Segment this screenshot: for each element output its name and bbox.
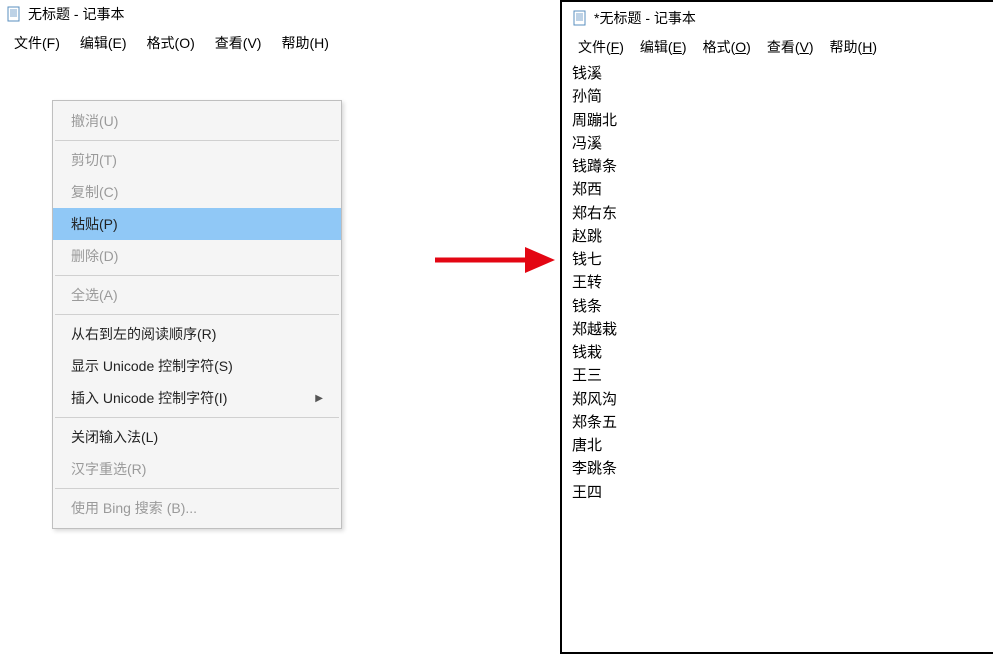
ctx-show-unicode[interactable]: 显示 Unicode 控制字符(S): [53, 350, 341, 382]
ctx-rtl-label: 从右到左的阅读顺序(R): [71, 324, 216, 344]
ctx-insert-unicode-label: 插入 Unicode 控制字符(I): [71, 388, 227, 408]
ctx-separator: [55, 140, 339, 141]
menu-format[interactable]: 格式(O): [137, 31, 205, 55]
menu-format[interactable]: 格式(O): [695, 35, 759, 59]
notepad-icon: [572, 10, 588, 26]
ctx-undo[interactable]: 撤消(U): [53, 105, 341, 137]
ctx-bing-search[interactable]: 使用 Bing 搜索 (B)...: [53, 492, 341, 524]
ctx-bing-search-label: 使用 Bing 搜索 (B)...: [71, 498, 197, 518]
ctx-rtl[interactable]: 从右到左的阅读顺序(R): [53, 318, 341, 350]
ctx-delete[interactable]: 删除(D): [53, 240, 341, 272]
menubar-right: 文件(F) 编辑(E) 格式(O) 查看(V) 帮助(H): [566, 32, 989, 62]
ctx-separator: [55, 417, 339, 418]
titlebar-left: 无标题 - 记事本: [0, 0, 560, 28]
menu-view[interactable]: 查看(V): [759, 35, 822, 59]
ctx-separator: [55, 275, 339, 276]
ctx-select-all-label: 全选(A): [71, 285, 118, 305]
ctx-cut-label: 剪切(T): [71, 150, 117, 170]
ctx-close-ime-label: 关闭输入法(L): [71, 427, 158, 447]
left-notepad-window: 无标题 - 记事本 文件(F) 编辑(E) 格式(O) 查看(V) 帮助(H) …: [0, 0, 560, 654]
ctx-delete-label: 删除(D): [71, 246, 118, 266]
menu-help[interactable]: 帮助(H): [822, 35, 885, 59]
ctx-copy[interactable]: 复制(C): [53, 176, 341, 208]
menu-help[interactable]: 帮助(H): [271, 31, 338, 55]
notepad-icon: [6, 6, 22, 22]
menubar-left: 文件(F) 编辑(E) 格式(O) 查看(V) 帮助(H): [0, 28, 560, 58]
submenu-arrow-icon: ▶: [315, 393, 323, 404]
ctx-separator: [55, 488, 339, 489]
right-notepad-window: *无标题 - 记事本 文件(F) 编辑(E) 格式(O) 查看(V) 帮助(H)…: [560, 0, 993, 654]
ctx-cut[interactable]: 剪切(T): [53, 144, 341, 176]
ctx-separator: [55, 314, 339, 315]
window-title-left: 无标题 - 记事本: [28, 4, 124, 24]
menu-edit[interactable]: 编辑(E): [70, 31, 137, 55]
titlebar-right: *无标题 - 记事本: [566, 4, 989, 32]
menu-edit[interactable]: 编辑(E): [632, 35, 695, 59]
edit-context-menu: 撤消(U) 剪切(T) 复制(C) 粘贴(P) 删除(D) 全选(A) 从右到左…: [52, 100, 342, 529]
menu-file[interactable]: 文件(F): [4, 31, 70, 55]
ctx-paste-label: 粘贴(P): [71, 214, 118, 234]
ctx-reconvert-label: 汉字重选(R): [71, 459, 146, 479]
ctx-close-ime[interactable]: 关闭输入法(L): [53, 421, 341, 453]
ctx-show-unicode-label: 显示 Unicode 控制字符(S): [71, 356, 233, 376]
text-content[interactable]: 钱溪 孙简 周蹦北 冯溪 钱蹲条 郑西 郑右东 赵跳 钱七 王转 钱条 郑越栽 …: [566, 62, 989, 504]
ctx-select-all[interactable]: 全选(A): [53, 279, 341, 311]
menu-view[interactable]: 查看(V): [205, 31, 272, 55]
ctx-insert-unicode[interactable]: 插入 Unicode 控制字符(I) ▶: [53, 382, 341, 414]
arrow-icon: [430, 235, 560, 285]
menu-file[interactable]: 文件(F): [570, 35, 632, 59]
ctx-reconvert[interactable]: 汉字重选(R): [53, 453, 341, 485]
ctx-copy-label: 复制(C): [71, 182, 118, 202]
ctx-undo-label: 撤消(U): [71, 111, 118, 131]
ctx-paste[interactable]: 粘贴(P): [53, 208, 341, 240]
window-title-right: *无标题 - 记事本: [594, 8, 696, 28]
